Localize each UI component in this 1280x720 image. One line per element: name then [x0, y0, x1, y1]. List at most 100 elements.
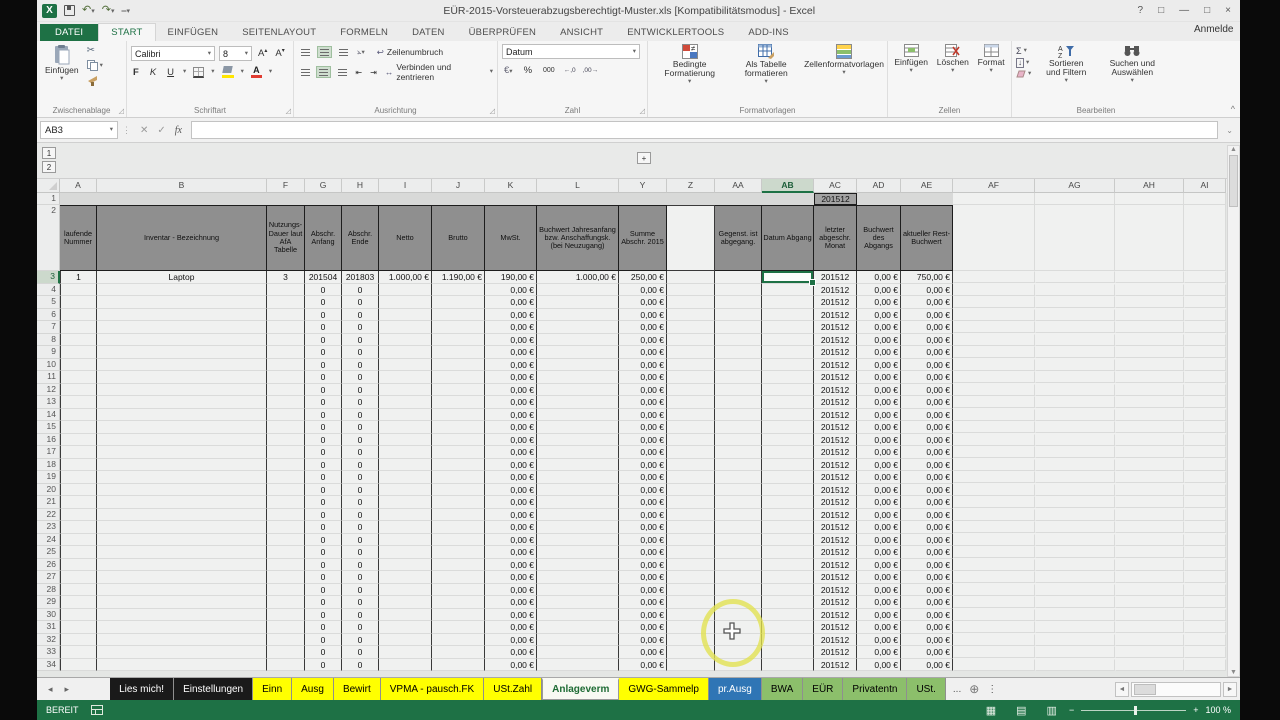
cell-B6[interactable]	[97, 309, 267, 322]
cell-AI11[interactable]	[1184, 371, 1226, 383]
clear-button[interactable]: ▾	[1016, 70, 1031, 78]
cell-AH26[interactable]	[1115, 559, 1184, 571]
cell-H1[interactable]	[342, 193, 379, 205]
undo-button[interactable]: ↶▾	[82, 3, 95, 19]
sheet-tab-bewirt[interactable]: Bewirt	[334, 678, 381, 700]
align-right-button[interactable]	[335, 66, 349, 78]
cell-AD23[interactable]: 0,00 €	[857, 521, 901, 534]
horizontal-scrollbar[interactable]: ◄ ►	[1115, 678, 1240, 700]
row-header-6[interactable]: 6	[37, 309, 60, 322]
cell-A29[interactable]	[60, 596, 97, 609]
cell-K31[interactable]: 0,00 €	[485, 621, 537, 634]
font-name-select[interactable]: Calibri▾	[131, 46, 215, 61]
cell-F14[interactable]	[267, 409, 305, 422]
cell-AD34[interactable]: 0,00 €	[857, 659, 901, 672]
cell-AF16[interactable]	[953, 434, 1035, 446]
zoom-out-icon[interactable]: −	[1069, 705, 1074, 715]
cell-L9[interactable]	[537, 346, 619, 359]
cell-G19[interactable]: 0	[305, 471, 342, 484]
cell-J10[interactable]	[432, 359, 485, 372]
enter-icon[interactable]: ✓	[157, 125, 165, 136]
cell-H34[interactable]: 0	[342, 659, 379, 672]
cell-Y14[interactable]: 0,00 €	[619, 409, 667, 422]
row-header-4[interactable]: 4	[37, 284, 60, 297]
cell-AA23[interactable]	[715, 521, 762, 534]
cell-K3[interactable]: 190,00 €	[485, 271, 537, 284]
decrease-decimal-button[interactable]: ,00→	[583, 67, 599, 74]
cell-AH23[interactable]	[1115, 521, 1184, 533]
cell-Y32[interactable]: 0,00 €	[619, 634, 667, 647]
cell-AF23[interactable]	[953, 521, 1035, 533]
cell-J12[interactable]	[432, 384, 485, 397]
sheet-tab-bwa[interactable]: BWA	[762, 678, 803, 700]
cell-AI18[interactable]	[1184, 459, 1226, 471]
cell-AH31[interactable]	[1115, 621, 1184, 633]
sheet-tab-ausg[interactable]: Ausg	[292, 678, 334, 700]
cell-A14[interactable]	[60, 409, 97, 422]
cell-AD11[interactable]: 0,00 €	[857, 371, 901, 384]
cell-AD20[interactable]: 0,00 €	[857, 484, 901, 497]
cell-I4[interactable]	[379, 284, 432, 297]
sheet-tab-eür[interactable]: EÜR	[803, 678, 843, 700]
cell-AE25[interactable]: 0,00 €	[901, 546, 953, 559]
cell-K32[interactable]: 0,00 €	[485, 634, 537, 647]
cell-AF34[interactable]	[953, 659, 1035, 671]
cell-AA32[interactable]	[715, 634, 762, 647]
cell-F17[interactable]	[267, 446, 305, 459]
row-header-33[interactable]: 33	[37, 646, 60, 659]
cell-H14[interactable]: 0	[342, 409, 379, 422]
cell-AG24[interactable]	[1035, 534, 1115, 546]
cell-AB5[interactable]	[762, 296, 814, 309]
cell-AC21[interactable]: 201512	[814, 496, 857, 509]
cell-J22[interactable]	[432, 509, 485, 522]
cell-AA9[interactable]	[715, 346, 762, 359]
cell-F27[interactable]	[267, 571, 305, 584]
cell-AG5[interactable]	[1035, 296, 1115, 308]
zoom-in-icon[interactable]: +	[1193, 705, 1198, 715]
increase-decimal-button[interactable]: ←,0	[564, 67, 576, 74]
header-cell-B2[interactable]: Inventar - Bezeichnung	[97, 205, 267, 271]
cell-AH8[interactable]	[1115, 334, 1184, 346]
cell-AB29[interactable]	[762, 596, 814, 609]
cell-Y18[interactable]: 0,00 €	[619, 459, 667, 472]
cell-AI30[interactable]	[1184, 609, 1226, 621]
column-header-AG[interactable]: AG	[1035, 179, 1115, 193]
ribbon-tab-daten[interactable]: DATEN	[400, 24, 457, 41]
cell-Z27[interactable]	[667, 571, 715, 584]
cell-AH34[interactable]	[1115, 659, 1184, 671]
cell-AC32[interactable]: 201512	[814, 634, 857, 647]
cell-AF12[interactable]	[953, 384, 1035, 396]
cell-AA29[interactable]	[715, 596, 762, 609]
cell-I6[interactable]	[379, 309, 432, 322]
cell-H16[interactable]: 0	[342, 434, 379, 447]
cell-AG17[interactable]	[1035, 446, 1115, 458]
cell-K16[interactable]: 0,00 €	[485, 434, 537, 447]
cell-I12[interactable]	[379, 384, 432, 397]
cell-AH22[interactable]	[1115, 509, 1184, 521]
cell-AH33[interactable]	[1115, 646, 1184, 658]
cell-AC3[interactable]: 201512	[814, 271, 857, 284]
cell-I8[interactable]	[379, 334, 432, 347]
cell-AI16[interactable]	[1184, 434, 1226, 446]
cell-Z33[interactable]	[667, 646, 715, 659]
cell-AD18[interactable]: 0,00 €	[857, 459, 901, 472]
cell-I14[interactable]	[379, 409, 432, 422]
cell-F8[interactable]	[267, 334, 305, 347]
cell-A5[interactable]	[60, 296, 97, 309]
header-cell-F2[interactable]: Nutzungs- Dauer laut AfA Tabelle	[267, 205, 305, 271]
cell-AE8[interactable]: 0,00 €	[901, 334, 953, 347]
cell-AE29[interactable]: 0,00 €	[901, 596, 953, 609]
column-header-K[interactable]: K	[485, 179, 537, 193]
cell-AC28[interactable]: 201512	[814, 584, 857, 597]
cell-AD14[interactable]: 0,00 €	[857, 409, 901, 422]
sort-filter-button[interactable]: AZ Sortieren und Filtern▾	[1035, 44, 1097, 106]
row-header-11[interactable]: 11	[37, 371, 60, 384]
cell-AB9[interactable]	[762, 346, 814, 359]
cell-Y7[interactable]: 0,00 €	[619, 321, 667, 334]
autosum-button[interactable]: Σ▾	[1016, 46, 1031, 56]
customize-qat-button[interactable]: ═▾	[121, 3, 129, 19]
cell-AC20[interactable]: 201512	[814, 484, 857, 497]
cell-AA5[interactable]	[715, 296, 762, 309]
cell-AD10[interactable]: 0,00 €	[857, 359, 901, 372]
cell-H3[interactable]: 201803	[342, 271, 379, 284]
